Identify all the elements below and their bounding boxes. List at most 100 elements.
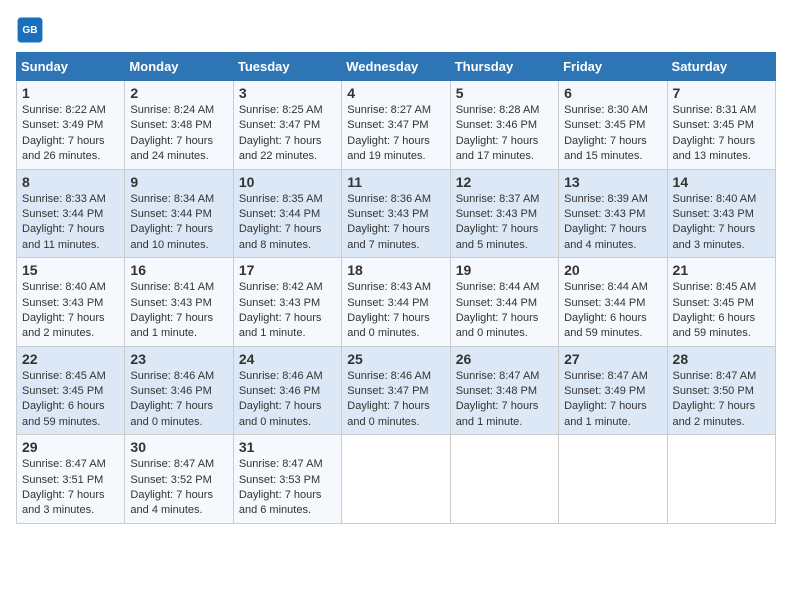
- day-cell-23: 23Sunrise: 8:46 AMSunset: 3:46 PMDayligh…: [125, 346, 233, 435]
- day-number: 22: [22, 351, 119, 367]
- day-info: Sunrise: 8:47 AMSunset: 3:51 PMDaylight:…: [22, 457, 119, 519]
- day-cell-27: 27 Sunrise: 8:47 AMSunset: 3:49 PMDayligh…: [559, 346, 667, 435]
- empty-cell: [342, 435, 450, 524]
- day-cell-24: 24 Sunrise: 8:46 AMSunset: 3:46 PMDayligh…: [233, 346, 341, 435]
- calendar-table: SundayMondayTuesdayWednesdayThursdayFrid…: [16, 52, 776, 524]
- day-number: 2: [130, 85, 227, 101]
- day-cell-19: 19 Sunrise: 8:44 AMSunset: 3:44 PMDayligh…: [450, 258, 558, 347]
- column-header-saturday: Saturday: [667, 53, 775, 81]
- day-number: 19: [456, 262, 553, 278]
- empty-cell: [450, 435, 558, 524]
- day-info: Sunrise: 8:35 AMSunset: 3:44 PMDaylight:…: [239, 192, 336, 254]
- week-row-3: 15 Sunrise: 8:40 AMSunset: 3:43 PMDayligh…: [17, 258, 776, 347]
- day-number: 26: [456, 351, 553, 367]
- column-header-monday: Monday: [125, 53, 233, 81]
- day-number: 30: [130, 439, 227, 455]
- day-cell-28: 28 Sunrise: 8:47 AMSunset: 3:50 PMDayligh…: [667, 346, 775, 435]
- day-number: 18: [347, 262, 444, 278]
- column-header-friday: Friday: [559, 53, 667, 81]
- page-header: GB: [16, 16, 776, 44]
- day-info: Sunrise: 8:46 AMSunset: 3:47 PMDaylight:…: [347, 369, 444, 431]
- day-info: Sunrise: 8:24 AMSunset: 3:48 PMDaylight:…: [130, 103, 227, 165]
- day-info: Sunrise: 8:39 AMSunset: 3:43 PMDaylight:…: [564, 192, 661, 254]
- day-number: 12: [456, 174, 553, 190]
- day-info: Sunrise: 8:44 AMSunset: 3:44 PMDaylight:…: [456, 280, 553, 342]
- empty-cell: [559, 435, 667, 524]
- column-header-wednesday: Wednesday: [342, 53, 450, 81]
- day-info: Sunrise: 8:47 AMSunset: 3:53 PMDaylight:…: [239, 457, 336, 519]
- day-number: 15: [22, 262, 119, 278]
- day-number: 14: [673, 174, 770, 190]
- day-cell-20: 20 Sunrise: 8:44 AMSunset: 3:44 PMDayligh…: [559, 258, 667, 347]
- day-number: 31: [239, 439, 336, 455]
- day-number: 24: [239, 351, 336, 367]
- day-cell-7: 7 Sunrise: 8:31 AMSunset: 3:45 PMDaylight…: [667, 81, 775, 170]
- day-cell-11: 11 Sunrise: 8:36 AMSunset: 3:43 PMDayligh…: [342, 169, 450, 258]
- day-cell-29: 29 Sunrise: 8:47 AMSunset: 3:51 PMDayligh…: [17, 435, 125, 524]
- day-info: Sunrise: 8:34 AMSunset: 3:44 PMDaylight:…: [130, 192, 227, 254]
- logo-icon: GB: [16, 16, 44, 44]
- day-info: Sunrise: 8:27 AMSunset: 3:47 PMDaylight:…: [347, 103, 444, 165]
- day-cell-14: 14 Sunrise: 8:40 AMSunset: 3:43 PMDayligh…: [667, 169, 775, 258]
- svg-text:GB: GB: [22, 25, 37, 36]
- week-row-2: 8 Sunrise: 8:33 AMSunset: 3:44 PMDaylight…: [17, 169, 776, 258]
- day-cell-25: 25Sunrise: 8:46 AMSunset: 3:47 PMDayligh…: [342, 346, 450, 435]
- header-row: SundayMondayTuesdayWednesdayThursdayFrid…: [17, 53, 776, 81]
- day-number: 17: [239, 262, 336, 278]
- day-number: 9: [130, 174, 227, 190]
- day-number: 16: [130, 262, 227, 278]
- day-info: Sunrise: 8:46 AMSunset: 3:46 PMDaylight:…: [239, 369, 336, 431]
- day-cell-22: 22Sunrise: 8:45 AMSunset: 3:45 PMDayligh…: [17, 346, 125, 435]
- day-number: 6: [564, 85, 661, 101]
- day-cell-31: 31 Sunrise: 8:47 AMSunset: 3:53 PMDayligh…: [233, 435, 341, 524]
- day-info: Sunrise: 8:46 AMSunset: 3:46 PMDaylight:…: [130, 369, 227, 431]
- day-number: 27: [564, 351, 661, 367]
- day-number: 29: [22, 439, 119, 455]
- day-info: Sunrise: 8:42 AMSunset: 3:43 PMDaylight:…: [239, 280, 336, 342]
- day-number: 5: [456, 85, 553, 101]
- day-cell-2: 2 Sunrise: 8:24 AMSunset: 3:48 PMDaylight…: [125, 81, 233, 170]
- day-cell-30: 30 Sunrise: 8:47 AMSunset: 3:52 PMDayligh…: [125, 435, 233, 524]
- day-info: Sunrise: 8:25 AMSunset: 3:47 PMDaylight:…: [239, 103, 336, 165]
- day-info: Sunrise: 8:37 AMSunset: 3:43 PMDaylight:…: [456, 192, 553, 254]
- day-cell-8: 8 Sunrise: 8:33 AMSunset: 3:44 PMDaylight…: [17, 169, 125, 258]
- day-info: Sunrise: 8:41 AMSunset: 3:43 PMDaylight:…: [130, 280, 227, 342]
- day-info: Sunrise: 8:30 AMSunset: 3:45 PMDaylight:…: [564, 103, 661, 165]
- day-cell-9: 9 Sunrise: 8:34 AMSunset: 3:44 PMDaylight…: [125, 169, 233, 258]
- day-number: 8: [22, 174, 119, 190]
- column-header-thursday: Thursday: [450, 53, 558, 81]
- day-number: 21: [673, 262, 770, 278]
- day-cell-13: 13Sunrise: 8:39 AMSunset: 3:43 PMDayligh…: [559, 169, 667, 258]
- day-number: 3: [239, 85, 336, 101]
- day-cell-21: 21 Sunrise: 8:45 AMSunset: 3:45 PMDayligh…: [667, 258, 775, 347]
- day-info: Sunrise: 8:22 AMSunset: 3:49 PMDaylight:…: [22, 103, 119, 165]
- day-cell-4: 4Sunrise: 8:27 AMSunset: 3:47 PMDaylight…: [342, 81, 450, 170]
- day-number: 7: [673, 85, 770, 101]
- day-info: Sunrise: 8:31 AMSunset: 3:45 PMDaylight:…: [673, 103, 770, 165]
- day-number: 1: [22, 85, 119, 101]
- day-info: Sunrise: 8:44 AMSunset: 3:44 PMDaylight:…: [564, 280, 661, 342]
- day-number: 28: [673, 351, 770, 367]
- day-info: Sunrise: 8:36 AMSunset: 3:43 PMDaylight:…: [347, 192, 444, 254]
- day-info: Sunrise: 8:40 AMSunset: 3:43 PMDaylight:…: [673, 192, 770, 254]
- day-cell-15: 15 Sunrise: 8:40 AMSunset: 3:43 PMDayligh…: [17, 258, 125, 347]
- day-info: Sunrise: 8:33 AMSunset: 3:44 PMDaylight:…: [22, 192, 119, 254]
- day-info: Sunrise: 8:43 AMSunset: 3:44 PMDaylight:…: [347, 280, 444, 342]
- day-info: Sunrise: 8:40 AMSunset: 3:43 PMDaylight:…: [22, 280, 119, 342]
- day-cell-12: 12 Sunrise: 8:37 AMSunset: 3:43 PMDayligh…: [450, 169, 558, 258]
- week-row-5: 29 Sunrise: 8:47 AMSunset: 3:51 PMDayligh…: [17, 435, 776, 524]
- day-info: Sunrise: 8:47 AMSunset: 3:52 PMDaylight:…: [130, 457, 227, 519]
- day-number: 10: [239, 174, 336, 190]
- day-number: 20: [564, 262, 661, 278]
- day-cell-18: 18 Sunrise: 8:43 AMSunset: 3:44 PMDayligh…: [342, 258, 450, 347]
- day-cell-6: 6 Sunrise: 8:30 AMSunset: 3:45 PMDaylight…: [559, 81, 667, 170]
- day-number: 11: [347, 174, 444, 190]
- column-header-tuesday: Tuesday: [233, 53, 341, 81]
- day-cell-17: 17 Sunrise: 8:42 AMSunset: 3:43 PMDayligh…: [233, 258, 341, 347]
- day-info: Sunrise: 8:47 AMSunset: 3:50 PMDaylight:…: [673, 369, 770, 431]
- day-cell-1: 1 Sunrise: 8:22 AMSunset: 3:49 PMDaylight…: [17, 81, 125, 170]
- day-info: Sunrise: 8:47 AMSunset: 3:49 PMDaylight:…: [564, 369, 661, 431]
- day-cell-10: 10 Sunrise: 8:35 AMSunset: 3:44 PMDayligh…: [233, 169, 341, 258]
- week-row-4: 22Sunrise: 8:45 AMSunset: 3:45 PMDayligh…: [17, 346, 776, 435]
- day-info: Sunrise: 8:45 AMSunset: 3:45 PMDaylight:…: [673, 280, 770, 342]
